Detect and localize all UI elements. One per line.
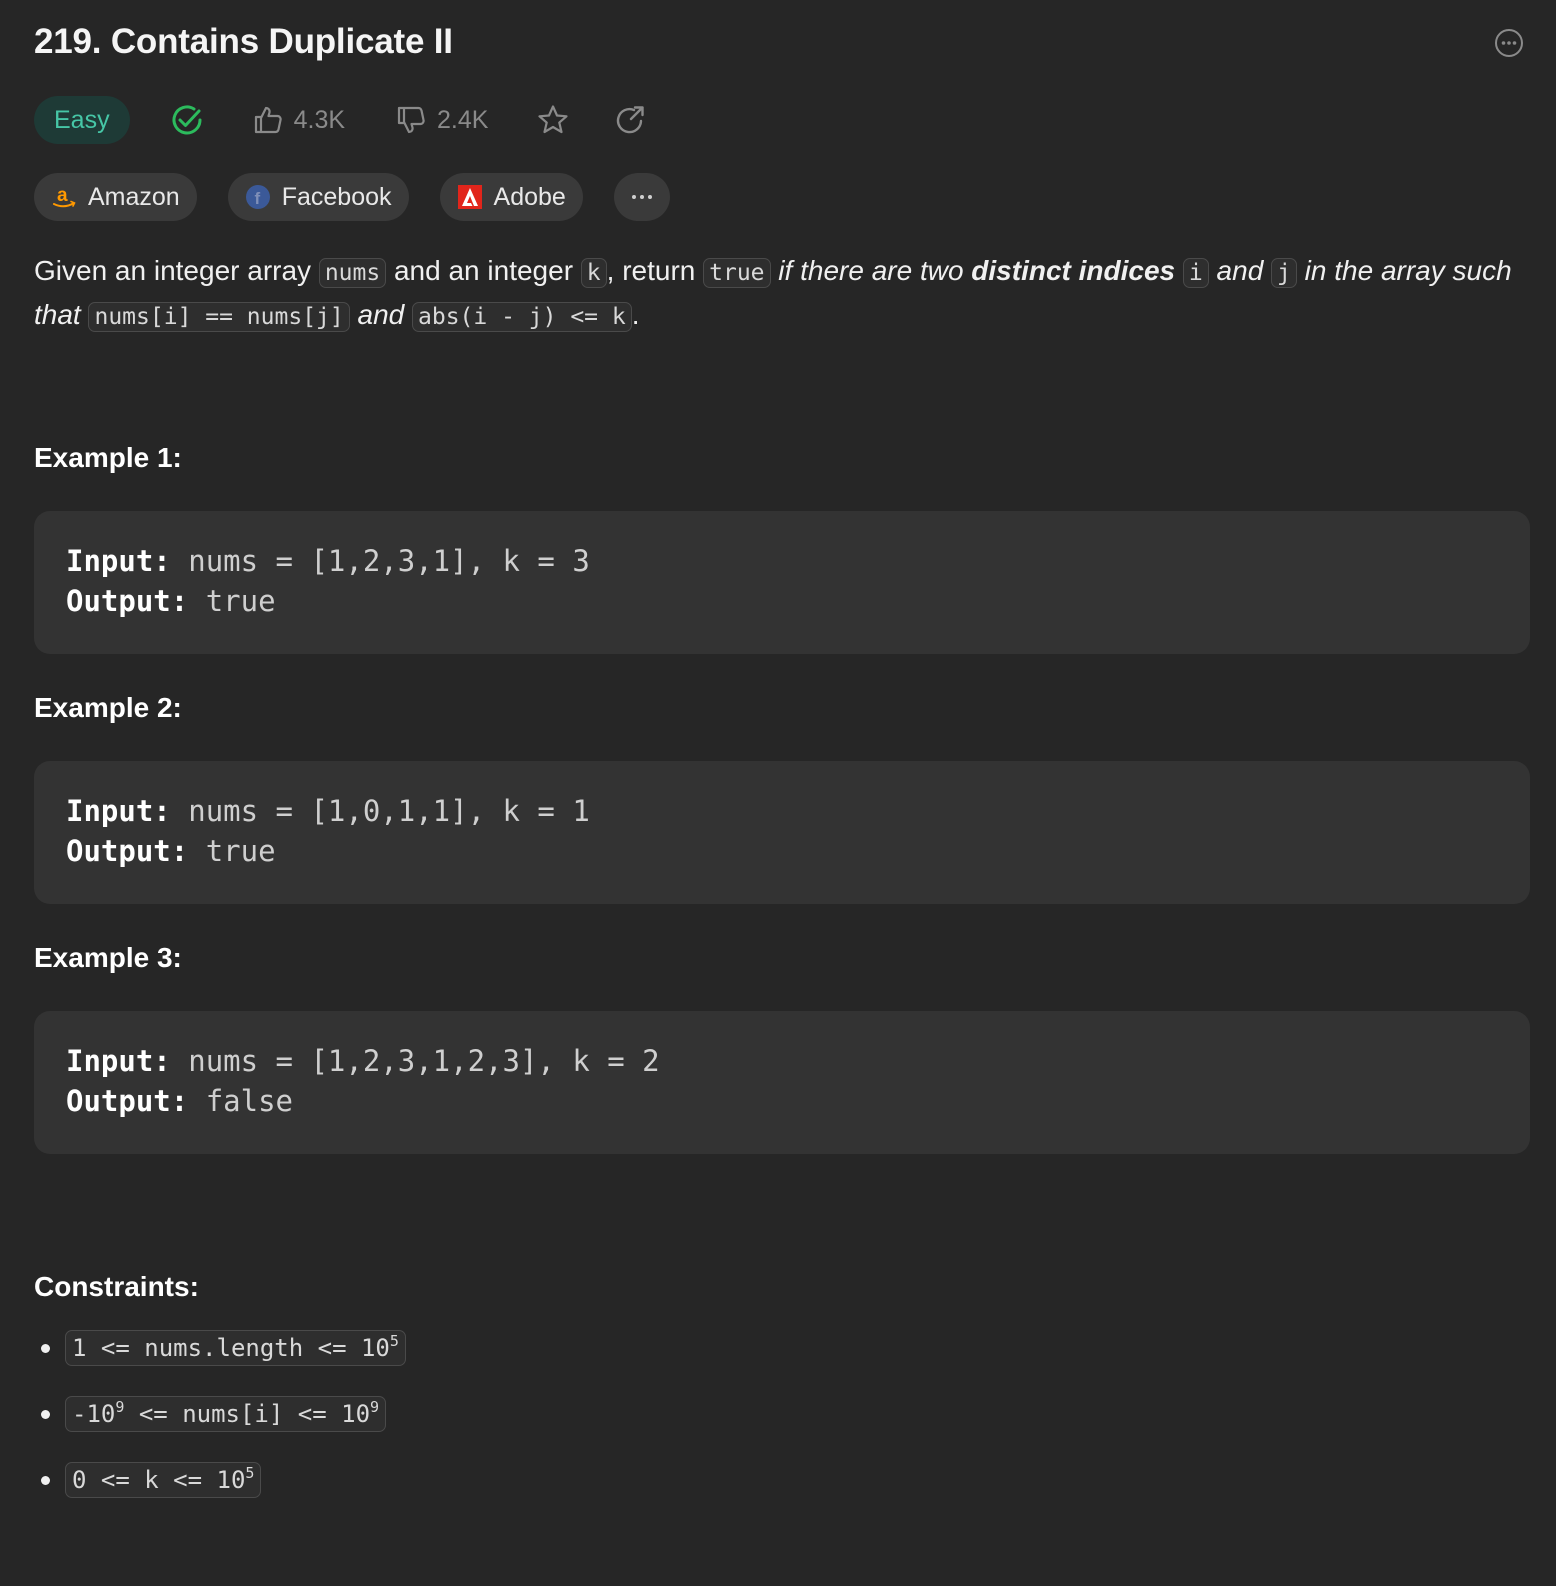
problem-title: 219. Contains Duplicate II: [34, 22, 453, 61]
statement-text: .: [631, 299, 640, 330]
tag-facebook[interactable]: f Facebook: [227, 173, 409, 221]
statement-text: Given an integer array: [34, 255, 319, 286]
constraints-heading: Constraints:: [34, 1271, 199, 1302]
output-label: Output:: [66, 1084, 189, 1118]
inline-code-nums: nums: [318, 258, 387, 288]
company-tags: a Amazon f Facebook Adobe: [34, 173, 670, 221]
constraint-item: 1 <= nums.length <= 105: [34, 1328, 406, 1368]
thumbs-down-icon: [397, 106, 425, 134]
constraint-text: 1 <= nums.length <= 10: [72, 1334, 390, 1362]
output-value: true: [205, 584, 276, 618]
more-tags-button[interactable]: [613, 173, 670, 221]
inline-code-j: j: [1271, 258, 1297, 288]
constraint-text: <= nums[i] <= 10: [124, 1400, 371, 1428]
example-2-heading: Example 2:: [34, 692, 182, 723]
dislike-button[interactable]: 2.4K: [395, 96, 488, 144]
constraint-code: 1 <= nums.length <= 105: [65, 1330, 406, 1366]
example-3-box: Input: nums = [1,2,3,1,2,3], k = 2 Outpu…: [34, 1011, 1530, 1154]
example-input-line: Input: nums = [1,2,3,1,2,3], k = 2: [66, 1041, 1498, 1081]
constraint-item: -109 <= nums[i] <= 109: [34, 1394, 387, 1434]
exponent: 5: [245, 1464, 255, 1482]
solved-check-icon: [172, 105, 202, 135]
inline-code-true: true: [703, 258, 771, 288]
tag-amazon[interactable]: a Amazon: [34, 173, 197, 221]
example-output-line: Output: true: [66, 581, 1498, 621]
input-label: Input:: [66, 794, 171, 828]
constraint-item: 0 <= k <= 105: [34, 1460, 262, 1500]
statement-emphasis: distinct indices: [971, 255, 1176, 286]
problem-statement: Given an integer array nums and an integ…: [34, 250, 1530, 338]
bullet: [41, 1343, 50, 1353]
example-output-line: Output: true: [66, 831, 1498, 871]
input-value: nums = [1,2,3,1], k = 3: [188, 544, 590, 578]
share-icon: [617, 106, 645, 134]
amazon-logo-icon: a: [51, 184, 77, 210]
output-label: Output:: [66, 834, 189, 868]
exponent: 5: [389, 1332, 399, 1350]
tag-label: Facebook: [281, 182, 392, 211]
statement-text: , return: [606, 255, 704, 286]
constraint-text: 0 <= k <= 10: [72, 1466, 246, 1494]
exponent: 9: [370, 1398, 380, 1416]
svg-text:f: f: [254, 189, 260, 208]
statement-text: and: [1208, 255, 1272, 286]
adobe-logo-icon: [457, 184, 483, 210]
statement-text: if there are two: [770, 255, 972, 286]
bullet: [41, 1409, 50, 1419]
difficulty-badge[interactable]: Easy: [34, 96, 130, 144]
example-1-heading: Example 1:: [34, 442, 182, 473]
statement-text: and an integer: [386, 255, 581, 286]
bullet: [41, 1475, 50, 1485]
like-count: 4.3K: [293, 105, 346, 134]
solved-status: [170, 96, 204, 144]
output-label: Output:: [66, 584, 189, 618]
tag-label: Adobe: [493, 182, 566, 211]
example-1-box: Input: nums = [1,2,3,1], k = 3 Output: t…: [34, 511, 1530, 654]
tag-adobe[interactable]: Adobe: [439, 173, 583, 221]
input-label: Input:: [66, 544, 171, 578]
ellipsis-icon: [631, 195, 652, 199]
constraint-code: 0 <= k <= 105: [65, 1462, 262, 1498]
constraint-code: -109 <= nums[i] <= 109: [65, 1396, 387, 1432]
example-input-line: Input: nums = [1,2,3,1], k = 3: [66, 541, 1498, 581]
meta-row: Easy 4.3K 2.4K: [34, 96, 646, 144]
input-value: nums = [1,0,1,1], k = 1: [188, 794, 590, 828]
like-button[interactable]: 4.3K: [252, 96, 345, 144]
tag-label: Amazon: [88, 182, 180, 211]
star-icon: [538, 105, 569, 134]
input-value: nums = [1,2,3,1,2,3], k = 2: [188, 1044, 660, 1078]
inline-code-equality: nums[i] == nums[j]: [88, 302, 350, 332]
output-value: false: [205, 1084, 293, 1118]
constraint-text: -10: [72, 1400, 116, 1428]
inline-code-abs: abs(i - j) <= k: [412, 302, 632, 332]
inline-code-i: i: [1182, 258, 1209, 288]
facebook-logo-icon: f: [245, 184, 271, 210]
favorite-button[interactable]: [536, 96, 570, 144]
example-3-heading: Example 3:: [34, 942, 182, 973]
example-output-line: Output: false: [66, 1081, 1498, 1121]
svg-text:a: a: [57, 185, 68, 206]
input-label: Input:: [66, 1044, 171, 1078]
inline-code-k: k: [580, 258, 607, 288]
more-options-icon[interactable]: [1494, 28, 1524, 58]
output-value: true: [205, 834, 276, 868]
example-input-line: Input: nums = [1,0,1,1], k = 1: [66, 791, 1498, 831]
share-button[interactable]: [614, 96, 646, 144]
statement-text: and: [349, 299, 413, 330]
example-2-box: Input: nums = [1,0,1,1], k = 1 Output: t…: [34, 761, 1530, 904]
dislike-count: 2.4K: [437, 105, 489, 134]
title-row: 219. Contains Duplicate II: [34, 20, 1530, 68]
thumbs-up-icon: [254, 106, 282, 134]
